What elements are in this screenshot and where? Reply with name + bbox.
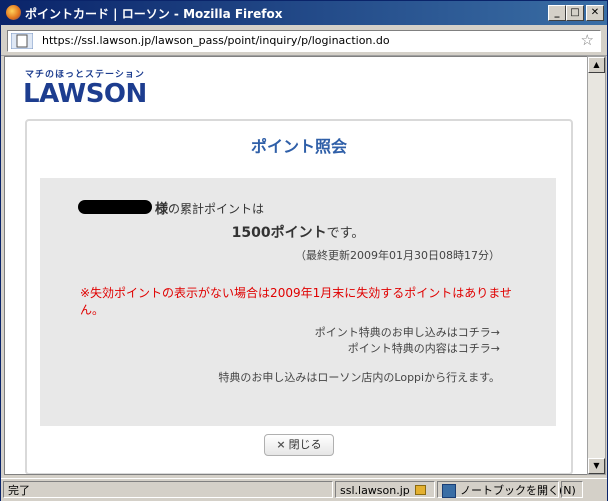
points-total: 1500ポイントです。 xyxy=(40,222,556,242)
cumulative-text: の累計ポイントは xyxy=(168,202,265,216)
scroll-up-arrow[interactable]: ▲ xyxy=(588,57,605,73)
navigation-toolbar: https://ssl.lawson.jp/lawson_pass/point/… xyxy=(1,27,607,56)
points-suffix: です。 xyxy=(326,226,365,241)
cumulative-points-label: 様の累計ポイントは xyxy=(155,198,264,217)
close-button[interactable]: × 閉じる xyxy=(264,434,334,456)
name-suffix: 様 xyxy=(155,202,169,217)
close-window-button[interactable]: ✕ xyxy=(586,5,604,21)
domain-text: ssl.lawson.jp xyxy=(340,484,410,497)
title-bar: ポイントカード | ローソン - Mozilla Firefox _ □ ✕ xyxy=(1,1,607,25)
loppi-note: 特典のお申し込みはローソン店内のLoppiから行えます。 xyxy=(218,371,500,384)
expiry-warning: ※失効ポイントの表示がない場合は2009年1月末に失効するポイントはありません。 xyxy=(80,286,512,317)
benefit-contents-link[interactable]: ポイント特典の内容はコチラ→ xyxy=(348,340,500,356)
browser-window: ポイントカード | ローソン - Mozilla Firefox _ □ ✕ h… xyxy=(0,0,608,501)
notebook-label: ノートブックを開く(N) xyxy=(460,484,576,497)
vertical-scrollbar[interactable]: ▲ ▼ xyxy=(587,56,606,475)
panel-title: ポイント照会 xyxy=(250,137,347,156)
apply-benefit-link[interactable]: ポイント特典のお申し込みはコチラ→ xyxy=(315,324,500,340)
close-label: 閉じる xyxy=(288,438,322,451)
firefox-icon xyxy=(6,5,21,20)
status-extra-icon[interactable] xyxy=(561,481,583,498)
lawson-logo[interactable]: LAWSON xyxy=(23,79,147,109)
address-bar[interactable]: https://ssl.lawson.jp/lawson_pass/point/… xyxy=(7,30,601,52)
security-domain[interactable]: ssl.lawson.jp xyxy=(335,481,435,498)
points-value: 1500ポイント xyxy=(231,225,327,241)
redacted-name xyxy=(78,200,152,214)
page-icon xyxy=(11,33,33,49)
window-title: ポイントカード | ローソン - Mozilla Firefox xyxy=(25,7,283,21)
notebook-icon xyxy=(442,484,456,498)
maximize-button[interactable]: □ xyxy=(566,5,584,21)
url-text[interactable]: https://ssl.lawson.jp/lawson_pass/point/… xyxy=(42,34,390,47)
notebook-button[interactable]: ノートブックを開く(N) xyxy=(437,481,576,498)
points-info-box: 様の累計ポイントは 1500ポイントです。 （最終更新2009年01月30日08… xyxy=(40,178,556,426)
bookmark-star-icon[interactable]: ☆ xyxy=(581,31,594,49)
status-text: 完了 xyxy=(3,481,333,498)
last-updated: （最終更新2009年01月30日08時17分） xyxy=(295,249,500,262)
minimize-button[interactable]: _ xyxy=(548,5,566,21)
status-bar: 完了 ssl.lawson.jp ノートブックを開く(N) xyxy=(1,478,607,501)
scroll-down-arrow[interactable]: ▼ xyxy=(588,458,605,474)
close-icon: × xyxy=(276,438,286,451)
lock-icon xyxy=(414,485,426,495)
page-viewport: マチのほっとステーション LAWSON ポイント照会 様の累計ポイントは 150… xyxy=(4,56,588,475)
point-inquiry-panel: ポイント照会 様の累計ポイントは 1500ポイントです。 （最終更新2009年0… xyxy=(25,119,573,474)
